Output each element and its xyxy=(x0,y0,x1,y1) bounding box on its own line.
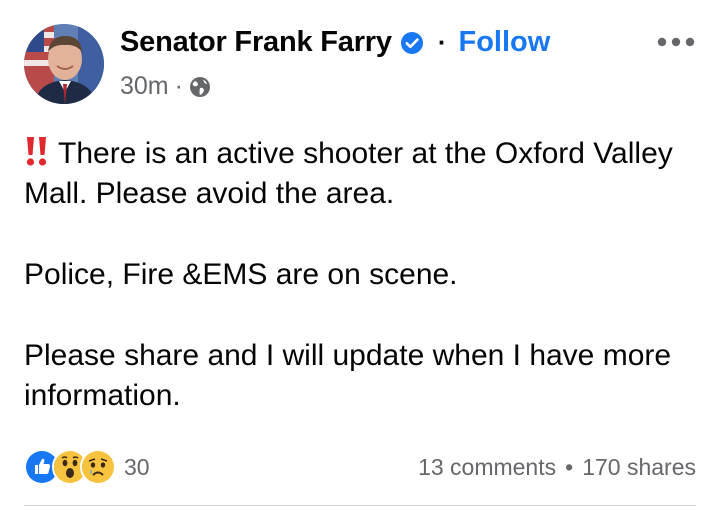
comments-count-link[interactable]: 13 comments xyxy=(418,454,556,481)
post-paragraph: There is an active shooter at the Oxford… xyxy=(24,134,696,214)
more-options-icon[interactable] xyxy=(656,34,696,50)
author-name[interactable]: Senator Frank Farry xyxy=(120,26,392,59)
globe-icon xyxy=(189,76,211,98)
post-timestamp[interactable]: 30m xyxy=(120,72,169,101)
shares-count-link[interactable]: 170 shares xyxy=(582,454,696,481)
avatar-photo xyxy=(24,24,104,104)
post-body: There is an active shooter at the Oxford… xyxy=(24,134,696,457)
post-paragraph: Police, Fire &EMS are on scene. xyxy=(24,258,458,291)
verified-badge-icon xyxy=(400,31,424,55)
follow-button[interactable]: Follow xyxy=(458,26,550,59)
post-footer: 30 13 comments • 170 shares xyxy=(24,448,696,486)
stats-separator: • xyxy=(565,453,574,480)
footer-divider xyxy=(24,505,696,506)
engagement-stats: 13 comments • 170 shares xyxy=(418,454,696,481)
post-meta: 30m · xyxy=(120,72,211,101)
author-row: Senator Frank Farry · Follow xyxy=(120,26,550,59)
facebook-post: Senator Frank Farry · Follow 30m · There… xyxy=(0,0,720,511)
name-separator: · xyxy=(437,27,447,57)
reaction-count: 30 xyxy=(124,453,150,480)
author-avatar[interactable] xyxy=(24,24,104,104)
reactions-summary[interactable]: 30 xyxy=(24,449,150,485)
post-paragraph: Please share and I will update when I ha… xyxy=(24,339,672,412)
meta-separator: · xyxy=(174,72,183,100)
reaction-icons xyxy=(24,449,116,485)
post-text-line: There is an active shooter at the Oxford… xyxy=(24,137,673,210)
sad-reaction-icon xyxy=(80,449,116,485)
double-exclamation-icon xyxy=(24,135,50,167)
post-header: Senator Frank Farry · Follow 30m · xyxy=(24,24,696,106)
